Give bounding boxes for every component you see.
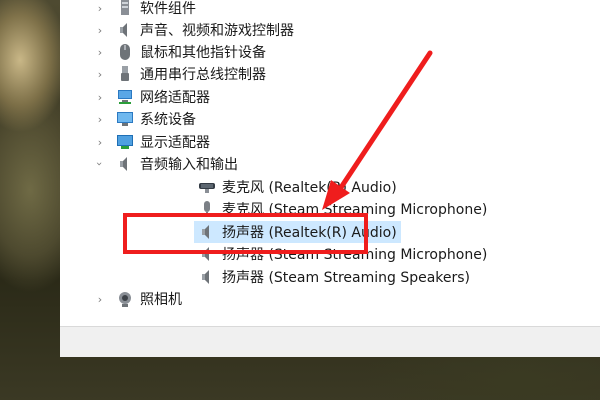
tree-item-display-adapters[interactable]: › 显示适配器 [94, 131, 210, 153]
tree-item-software-components[interactable]: › 软件组件 [94, 0, 196, 19]
speaker-icon [198, 268, 216, 286]
tree-item-label: 麦克风 (Realtek(R) Audio) [222, 180, 397, 196]
tree-item-microphone-realtek[interactable]: 麦克风 (Realtek(R) Audio) [198, 176, 397, 198]
chevron-right-icon[interactable]: › [94, 2, 106, 15]
tree-item-label: 通用串行总线控制器 [140, 67, 266, 83]
tree-item-cameras[interactable]: › 照相机 [94, 288, 182, 310]
speaker-icon [116, 155, 134, 173]
tree-item-label: 软件组件 [140, 1, 196, 17]
software-component-icon [116, 0, 134, 17]
mouse-icon [116, 43, 134, 61]
tree-item-speaker-steam-speakers[interactable]: 扬声器 (Steam Streaming Speakers) [198, 266, 470, 288]
tree-item-label: 音频输入和输出 [140, 157, 238, 173]
tree-item-label: 鼠标和其他指针设备 [140, 45, 266, 61]
tree-item-mice[interactable]: › 鼠标和其他指针设备 [94, 41, 266, 63]
usb-icon [116, 65, 134, 83]
chevron-right-icon[interactable]: › [94, 68, 106, 81]
tree-item-label: 声音、视频和游戏控制器 [140, 23, 294, 39]
tree-item-audio-inputs-outputs[interactable]: › 音频输入和输出 [94, 153, 238, 175]
chevron-right-icon[interactable]: › [94, 91, 106, 104]
device-manager-window: › 软件组件 › 声音、视频和游戏控制器 › 鼠标和其他指针设备 › 通用串行总… [60, 0, 600, 357]
chevron-down-icon[interactable]: › [94, 158, 107, 170]
tree-item-sound-video-game-controllers[interactable]: › 声音、视频和游戏控制器 [94, 19, 294, 41]
chevron-right-icon[interactable]: › [94, 293, 106, 306]
camera-icon [116, 290, 134, 308]
tree-item-system-devices[interactable]: › 系统设备 [94, 108, 196, 130]
tree-item-label: 网络适配器 [140, 90, 210, 106]
network-adapter-icon [116, 88, 134, 106]
tree-item-label: 系统设备 [140, 112, 196, 128]
microphone-icon [198, 178, 216, 196]
tree-item-usb-controllers[interactable]: › 通用串行总线控制器 [94, 63, 266, 85]
tree-item-network-adapters[interactable]: › 网络适配器 [94, 86, 210, 108]
window-status-bar [60, 326, 600, 357]
system-device-icon [116, 110, 134, 128]
chevron-right-icon[interactable]: › [94, 113, 106, 126]
chevron-right-icon[interactable]: › [94, 24, 106, 37]
chevron-right-icon[interactable]: › [94, 46, 106, 59]
speaker-icon [116, 21, 134, 39]
tree-item-label: 扬声器 (Steam Streaming Speakers) [222, 270, 471, 286]
tree-item-label: 显示适配器 [140, 135, 210, 151]
annotation-highlight-box [123, 213, 368, 254]
chevron-right-icon[interactable]: › [94, 136, 106, 149]
display-adapter-icon [116, 133, 134, 151]
tree-item-label: 照相机 [140, 292, 182, 308]
